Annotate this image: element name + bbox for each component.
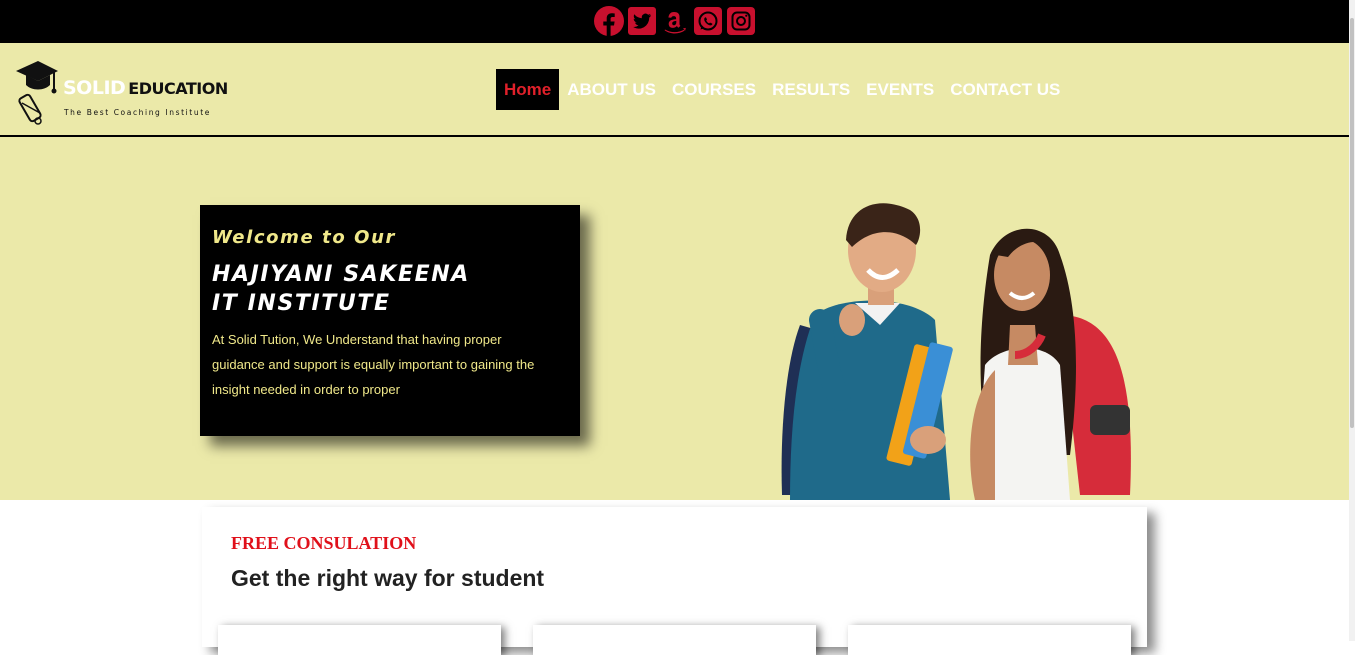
brand-tagline: The Best Coaching Institute [64, 108, 211, 117]
nav-about-us[interactable]: ABOUT US [559, 69, 664, 110]
brand-name: SOLID EDUCATION [63, 77, 228, 99]
hero-text: At Solid Tution, We Understand that havi… [212, 332, 535, 397]
top-social-bar [0, 0, 1349, 43]
nav-courses[interactable]: COURSES [664, 69, 764, 110]
social-links [594, 6, 756, 36]
consultation-title: Get the right way for student [231, 565, 545, 591]
consultation-label: FREE CONSULATION [231, 533, 417, 553]
hero-welcome-box: Welcome to Our HAJIYANI SAKEENA IT INSTI… [200, 205, 580, 436]
instagram-icon[interactable] [726, 6, 756, 36]
service-card[interactable] [533, 625, 816, 655]
nav-results[interactable]: RESULTS [764, 69, 858, 110]
service-card[interactable] [218, 625, 501, 655]
graduation-cap-icon [16, 61, 58, 125]
page-scrollbar[interactable] [1349, 0, 1355, 641]
nav-contact-us[interactable]: CONTACT US [942, 69, 1068, 110]
brand-logo[interactable]: SOLID EDUCATION The Best Coaching Institu… [14, 55, 228, 125]
main-navbar: SOLID EDUCATION The Best Coaching Institu… [0, 43, 1349, 137]
scrollbar-thumb[interactable] [1350, 18, 1354, 428]
nav-home[interactable]: Home [496, 69, 560, 110]
service-card[interactable] [848, 625, 1131, 655]
hero-welcome: Welcome to Our [212, 227, 396, 248]
hero-title: HAJIYANI SAKEENA IT INSTITUTE [212, 262, 470, 316]
amazon-icon[interactable] [660, 6, 690, 36]
brand-name-education: EDUCATION [128, 79, 228, 98]
facebook-icon[interactable] [594, 6, 624, 36]
primary-nav: Home ABOUT US COURSES RESULTS EVENTS CON… [496, 69, 1068, 110]
whatsapp-icon[interactable] [693, 6, 723, 36]
brand-name-solid: SOLID [63, 77, 126, 99]
students-image [781, 203, 1131, 500]
hero-section: Welcome to Our HAJIYANI SAKEENA IT INSTI… [0, 137, 1349, 500]
nav-events[interactable]: EVENTS [858, 69, 942, 110]
twitter-icon[interactable] [627, 6, 657, 36]
